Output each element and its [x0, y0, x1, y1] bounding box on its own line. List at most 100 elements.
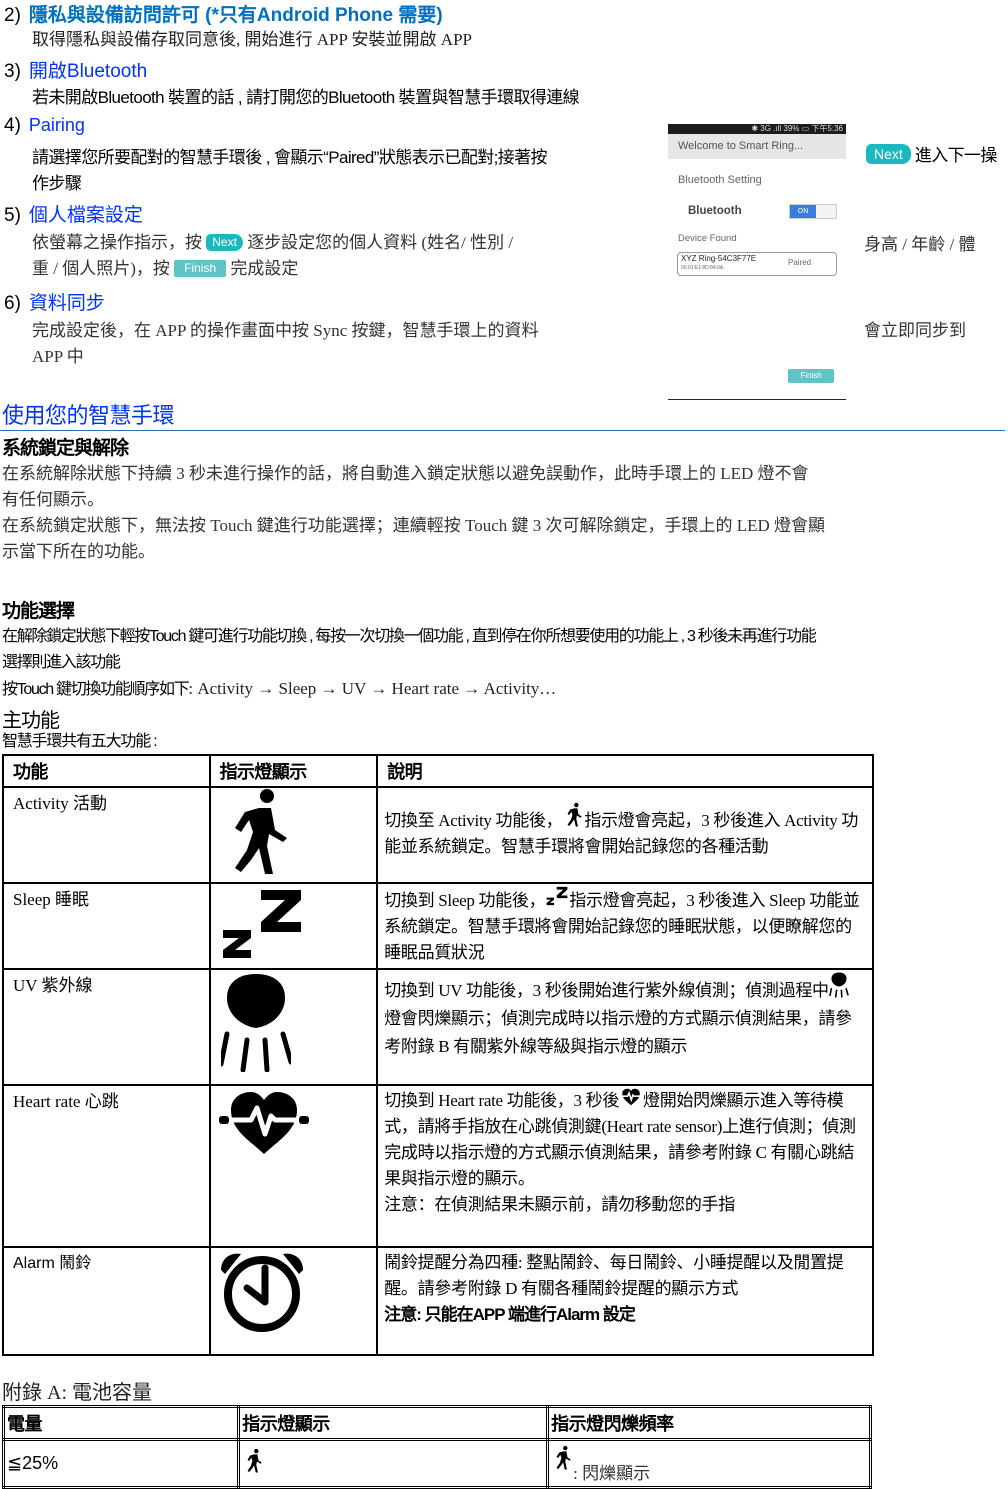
- running-person-icon: [247, 1448, 263, 1473]
- note-text: 注意：在偵測結果未顯示前，請勿移動您的手指: [384, 1195, 735, 1214]
- section-rule: [0, 430, 1005, 431]
- step-number: 5): [4, 205, 21, 226]
- step-title: Pairing: [28, 115, 85, 135]
- text-fragment: 完成設定: [230, 259, 299, 278]
- text-fragment: 依螢幕之操作指示，按: [32, 233, 202, 252]
- column-header: 功能: [2, 754, 211, 788]
- text-line: 在系統解除狀態下持續 3 秒未進行操作的話，將自動進入鎖定狀態以避免誤動作，此時…: [2, 464, 809, 483]
- text-fragment: 按Touch 鍵切換功能順序如下: [2, 681, 190, 698]
- phone-finish-button: Finish: [788, 369, 834, 383]
- running-person-icon: [567, 802, 583, 827]
- text-fragment: 切換到 UV 功能後，3 秒後開始進行紫外線偵測；偵測過程中: [384, 981, 829, 1000]
- appendix-a-title: 附錄 A: 電池容量: [2, 1382, 152, 1404]
- step-4-right: Next 進入下一操: [866, 143, 997, 169]
- indicator-cell: [208, 1084, 379, 1248]
- heart-rate-icon: [218, 1092, 309, 1154]
- text-line: 在系統鎖定狀態下，無法按 Touch 鍵進行功能選擇；連續輕按 Touch 鍵 …: [2, 516, 826, 535]
- running-person-icon: [556, 1445, 571, 1470]
- indicator-cell: [208, 1246, 379, 1356]
- function-name: Activity 活動: [2, 786, 211, 884]
- step-4-body: 請選擇您所要配對的智慧手環後 , 會顯示“Paired”狀態表示已配對;接著按 …: [32, 145, 632, 197]
- step-6-right: 會立即同步到: [864, 321, 966, 340]
- step-title: 個人檔案設定: [28, 205, 143, 226]
- table-row: UV 紫外線 切換到 UV 功能後，3 秒後開始進行紫外線偵測；偵測過程中燈會閃…: [2, 968, 874, 1086]
- step-2-body: 取得隱私與設備存取同意後, 開始進行 APP 安裝並開啟 APP: [32, 30, 472, 49]
- step-5-right: 身高 / 年齡 / 體: [864, 235, 976, 254]
- device-mac: 00:01:E1:8D:84:0A: [681, 265, 724, 271]
- column-header: 指示燈顯示: [237, 1405, 550, 1441]
- column-header: 指示燈閃爍頻率: [546, 1405, 872, 1441]
- step-6-body: 完成設定後，在 APP 的操作畫面中按 Sync 按鍵，智慧手環上的資料 APP…: [32, 318, 652, 370]
- indicator-cell: [208, 968, 379, 1086]
- running-person-icon: [234, 789, 287, 874]
- lock-paragraphs: 在系統解除狀態下持續 3 秒未進行操作的話，將自動進入鎖定狀態以避免誤動作，此時…: [2, 461, 1006, 565]
- text-line: 在解除鎖定狀態下輕按Touch 鍵可進行功能切換 , 每按一次切換一個功能 , …: [2, 628, 817, 645]
- step-title: 資料同步: [28, 293, 105, 314]
- text-fragment: 重 / 個人照片)，按: [32, 259, 170, 278]
- table-row: Alarm 鬧鈴 鬧鈴提醒分為四種: 整點鬧鈴、每日鬧鈴、小睡提醒以及閒置提醒。…: [2, 1246, 874, 1356]
- text-line: APP 中: [32, 347, 84, 366]
- column-header: 說明: [376, 754, 874, 788]
- text-line: 選擇則進入該功能: [2, 654, 121, 671]
- blink-frequency-cell: : 閃爍顯示: [546, 1438, 872, 1489]
- next-button-image: Next: [206, 234, 243, 251]
- step-3: 3) 開啟Bluetooth: [4, 56, 147, 83]
- table-header-row: 功能 指示燈顯示 說明: [2, 754, 874, 788]
- function-description: 切換至 Activity 功能後， 指示燈會亮起，3 秒後進入 Activity …: [376, 786, 874, 884]
- sleep-zz-icon: [222, 890, 301, 958]
- step-6: 6) 資料同步: [4, 288, 105, 315]
- indicator-cell: [208, 786, 379, 884]
- device-name: XYZ Ring-54C3F77E: [681, 254, 757, 263]
- text-fragment: 進入下一操: [914, 146, 998, 165]
- text-line: 完成設定後，在 APP 的操作畫面中按 Sync 按鍵，智慧手環上的資料: [32, 321, 539, 340]
- step-5-body: 依螢幕之操作指示，按 Next 逐步設定您的個人資料 (姓名/ 性別 / 重 /…: [32, 230, 652, 282]
- next-button-image: Next: [866, 144, 911, 164]
- indicator-cell: [237, 1438, 550, 1489]
- table-row: ≦25% : 閃爍顯示: [1, 1438, 872, 1489]
- function-description: 切換到 UV 功能後，3 秒後開始進行紫外線偵測；偵測過程中燈會閃爍顯示；偵測完…: [376, 968, 874, 1086]
- text-fragment: 切換至 Activity 功能後，: [384, 811, 563, 830]
- step-4: 4) Pairing: [4, 115, 85, 137]
- text-fragment: 切換到 Heart rate 功能後，3 秒後: [384, 1091, 620, 1110]
- step-title: 開啟Bluetooth: [28, 61, 148, 82]
- table-row: Sleep 睡眠 切換到 Sleep 功能後， 指示燈會亮起，3 秒後進入 Sle…: [2, 882, 874, 970]
- select-paragraph: 在解除鎖定狀態下輕按Touch 鍵可進行功能切換 , 每按一次切換一個功能 , …: [2, 624, 1008, 703]
- blink-frequency: : 閃爍顯示: [573, 1464, 651, 1483]
- text-fragment: 切換到 Sleep 功能後，: [384, 891, 546, 910]
- step-number: 2): [4, 5, 21, 26]
- alarm-clock-icon: [220, 1253, 303, 1332]
- note-text: 注意: 只能在APP 端進行Alarm 設定: [384, 1305, 636, 1324]
- table-header-row: 電量 指示燈顯示 指示燈閃爍頻率: [1, 1405, 872, 1441]
- step-3-body: 若未開啟Bluetooth 裝置的話 , 請打開您的Bluetooth 裝置與智…: [32, 88, 580, 107]
- step-title: 隱私與設備訪問許可 (*只有Android Phone 需要): [28, 5, 443, 26]
- device-found-label: Device Found: [678, 233, 737, 244]
- device-status: Paired: [788, 258, 812, 267]
- finish-button-image: Finish: [174, 260, 227, 277]
- heart-rate-icon: [619, 1088, 643, 1106]
- function-description: 切換到 Heart rate 功能後，3 秒後 燈開始閃爍顯示進入等待模式，請將手…: [376, 1084, 874, 1248]
- step-2: 2) 隱私與設備訪問許可 (*只有Android Phone 需要): [4, 0, 443, 27]
- indicator-cell: [208, 882, 379, 970]
- column-header: 電量: [1, 1405, 241, 1441]
- function-description: 切換到 Sleep 功能後， 指示燈會亮起，3 秒後進入 Sleep 功能並系統鎖…: [376, 882, 874, 970]
- phone-screenshot: ✱ 3G .ıll 39% ▭ 下午5:36 Welcome to Smart …: [668, 124, 846, 400]
- step-number: 4): [4, 115, 21, 136]
- battery-level: ≦25%: [1, 1438, 241, 1489]
- phone-section-label: Bluetooth Setting: [678, 174, 762, 186]
- uv-sun-icon: [828, 972, 849, 998]
- section-title: 使用您的智慧手環: [2, 403, 175, 428]
- battery-table: 電量 指示燈顯示 指示燈閃爍頻率 ≦25% : 閃爍顯示: [1, 1405, 872, 1489]
- text-fragment: 逐步設定您的個人資料 (姓名/ 性別 /: [247, 233, 514, 252]
- step-number: 3): [4, 61, 21, 82]
- uv-sun-icon: [220, 974, 291, 1072]
- divider: [668, 399, 846, 400]
- step-number: 6): [4, 293, 21, 314]
- toggle-on-label: ON: [790, 205, 816, 218]
- text-fragment: 燈會閃爍顯示；偵測完成時以指示燈的方式顯示偵測結果，請參考附錄 B 有關紫外線等…: [384, 1009, 852, 1056]
- bluetooth-toggle: ON: [789, 204, 837, 219]
- device-list-item: XYZ Ring-54C3F77E 00:01:E1:8D:84:0A Pair…: [677, 252, 837, 276]
- table-row: Heart rate 心跳 切換到 Heart rate 功能後，3 秒後 燈開始…: [2, 1084, 874, 1248]
- function-name: Heart rate 心跳: [2, 1084, 211, 1248]
- text-line: 有任何顯示。: [2, 490, 104, 509]
- text-line: 作步驟: [32, 174, 82, 193]
